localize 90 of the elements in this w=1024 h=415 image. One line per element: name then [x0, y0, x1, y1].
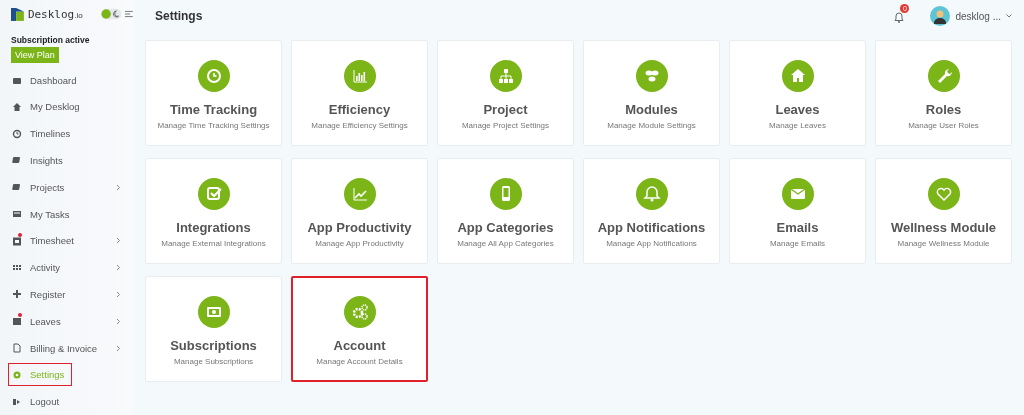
settings-card[interactable]: Modules Manage Module Settings	[583, 40, 720, 146]
phone-icon	[489, 178, 522, 210]
home-icon	[781, 60, 814, 92]
hierarchy-icon	[489, 60, 522, 92]
checkbox-icon	[197, 178, 230, 210]
theme-toggle-icon[interactable]	[100, 8, 122, 21]
sidebar-item[interactable]: Projects	[0, 173, 133, 201]
sidebar-item[interactable]: Dashboard	[0, 66, 133, 94]
card-title: Leaves	[775, 102, 820, 117]
card-description: Manage Wellness Module	[897, 239, 990, 248]
card-title: Integrations	[176, 220, 251, 235]
card-description: Manage Efficiency Settings	[311, 121, 408, 130]
card-title: App Categories	[457, 220, 554, 235]
card-description: Manage External Integrations	[161, 239, 266, 248]
settings-card[interactable]: Project Manage Project Settings	[437, 40, 574, 146]
sidebar-item[interactable]: Register	[0, 281, 133, 308]
card-description: Manage All App Categories	[457, 239, 554, 248]
card-description: Manage Leaves	[769, 121, 826, 130]
card-description: Manage Module Settings	[607, 121, 696, 130]
avatar-icon	[930, 6, 951, 26]
card-description: Manage Time Tracking Settings	[157, 121, 270, 130]
card-title: Account	[333, 338, 386, 353]
sidebar-item[interactable]: Timelines	[0, 120, 133, 148]
plus-icon	[12, 289, 22, 300]
card-description: Manage Emails	[769, 239, 826, 248]
banknote-icon	[197, 296, 230, 328]
card-title: Efficiency	[328, 102, 391, 117]
gears-icon	[343, 296, 376, 328]
card-title: Modules	[625, 102, 678, 117]
card-title: Roles	[925, 102, 962, 117]
card-description: Manage App Productivity	[315, 239, 404, 248]
page-title: Settings	[155, 9, 204, 23]
coins-icon	[635, 60, 668, 92]
card-description: Manage Subscriptions	[173, 357, 254, 366]
card-description: Manage Project Settings	[461, 121, 550, 130]
line-chart-icon	[343, 178, 376, 210]
book-icon	[12, 182, 22, 193]
card-title: Emails	[776, 220, 819, 235]
sidebar-item[interactable]: Insights	[0, 147, 133, 174]
tasks-icon	[12, 209, 22, 219]
subscription-status: Subscription active	[11, 34, 91, 45]
card-title: Project	[483, 102, 528, 117]
settings-card[interactable]: App Categories Manage All App Categories	[437, 158, 574, 264]
sidebar-item[interactable]: Activity	[0, 254, 133, 281]
sidebar-item[interactable]: Billing & Invoice	[0, 334, 133, 362]
sidebar-item[interactable]: My Tasks	[0, 200, 133, 228]
sidebar-item[interactable]: Leaves	[0, 307, 133, 335]
settings-card[interactable]: App Notifications Manage App Notifications	[583, 158, 720, 264]
grid-icon	[12, 262, 22, 273]
user-menu[interactable]: desklog ...	[930, 6, 1012, 26]
book-icon	[12, 155, 22, 166]
settings-card[interactable]: Leaves Manage Leaves	[729, 40, 866, 146]
home-icon	[12, 101, 22, 112]
settings-card[interactable]: Efficiency Manage Efficiency Settings	[291, 40, 428, 146]
settings-card[interactable]: Account Manage Account Details	[291, 276, 428, 382]
document-icon	[12, 343, 22, 353]
settings-card[interactable]: App Productivity Manage App Productivity	[291, 158, 428, 264]
sidebar-item[interactable]: Timesheet	[0, 227, 133, 255]
settings-card[interactable]: Emails Manage Emails	[729, 158, 866, 264]
card-title: Subscriptions	[170, 338, 257, 353]
wrench-icon	[927, 60, 960, 92]
dashboard-icon	[12, 75, 22, 86]
envelope-icon	[781, 178, 814, 210]
clock-icon	[12, 128, 22, 139]
bell-icon	[635, 178, 668, 210]
card-description: Manage App Notifications	[606, 239, 697, 248]
card-title: App Notifications	[597, 220, 706, 235]
bar-chart-icon	[343, 60, 376, 92]
sidebar-item[interactable]: My Desklog	[0, 93, 133, 121]
menu-icon[interactable]	[125, 10, 133, 19]
card-title: App Productivity	[307, 220, 412, 235]
settings-card[interactable]: Roles Manage User Roles	[875, 40, 1012, 146]
settings-card[interactable]: Subscriptions Manage Subscriptions	[145, 276, 282, 382]
bell-icon[interactable]	[894, 12, 905, 23]
calendar-icon	[12, 316, 22, 327]
card-description: Manage Account Details	[316, 357, 403, 366]
calendar-icon	[12, 235, 22, 246]
logout-icon	[12, 396, 22, 407]
card-title: Wellness Module	[890, 220, 997, 235]
sidebar-item[interactable]: Logout	[0, 388, 133, 415]
brand-name: Desklog.io	[27, 7, 83, 21]
gear-icon	[12, 369, 22, 380]
card-title: Time Tracking	[169, 102, 258, 117]
settings-card[interactable]: Integrations Manage External Integrations	[145, 158, 282, 264]
clock-icon	[197, 60, 230, 92]
card-description: Manage User Roles	[908, 121, 979, 130]
settings-card[interactable]: Wellness Module Manage Wellness Module	[875, 158, 1012, 264]
logo-icon	[11, 6, 24, 22]
caret-icon	[1006, 14, 1012, 18]
settings-card[interactable]: Time Tracking Manage Time Tracking Settings	[145, 40, 282, 146]
